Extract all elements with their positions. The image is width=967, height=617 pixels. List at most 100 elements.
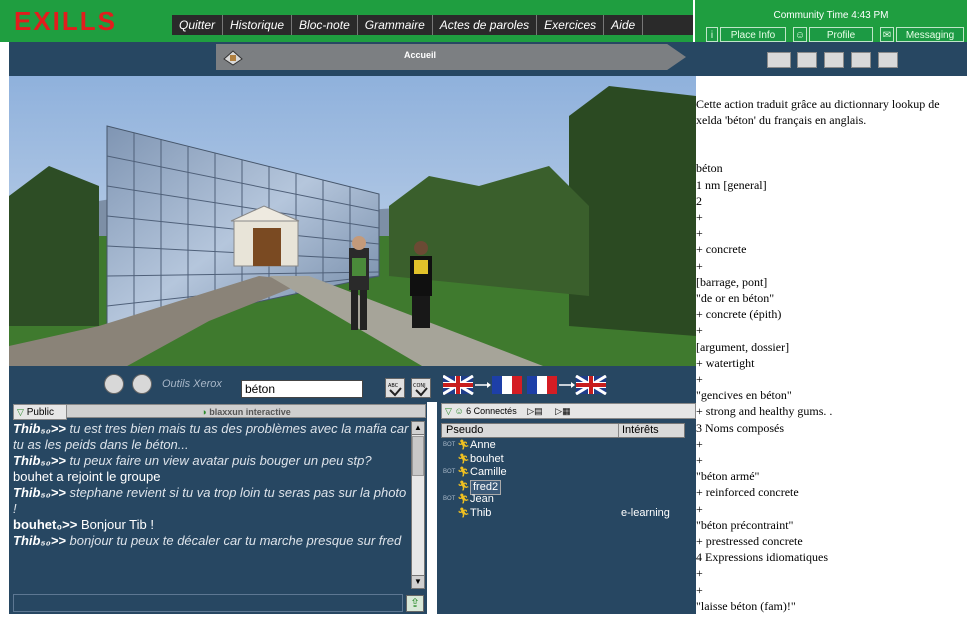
users-table-header: Pseudo Intérêts — [441, 423, 685, 438]
user-row[interactable]: BOT 🏃︎ Camille — [441, 466, 685, 480]
user-icon: 🏃︎ — [457, 507, 470, 519]
send-icon[interactable]: ⇪ — [406, 595, 424, 612]
chat-scrollbar[interactable]: ▲ ▼ — [411, 421, 425, 589]
menu-item-historique[interactable]: Historique — [223, 15, 293, 35]
user-row[interactable]: BOT 🏃︎ Jean — [441, 493, 685, 507]
users-tabs: ▽ ☺ 6 Connectés ▷▤ ▷▦ — [441, 403, 696, 419]
column-pseudo[interactable]: Pseudo — [446, 424, 483, 437]
dictionary-line: + — [696, 453, 703, 468]
dictionary-line: "laisse béton (fam)!" — [696, 598, 796, 613]
dictionary-intro: Cette action traduit grâce au dictionnar… — [696, 97, 940, 128]
fr-en-flag-icon[interactable] — [527, 374, 607, 396]
dictionary-line: + — [696, 372, 703, 387]
dictionary-line: + strong and healthy gums. . — [696, 404, 833, 419]
menu-item-exercices[interactable]: Exercices — [537, 15, 605, 35]
mail-icon[interactable]: ✉ — [880, 27, 894, 42]
users-list: BOT 🏃︎ Anne 🏃︎ bouhet BOT 🏃︎ Camille 🏃︎ fred2 … — [441, 439, 685, 614]
menu-item-bloc-note[interactable]: Bloc-note — [292, 15, 358, 35]
dictionary-entries: béton 1 nm [general] 2 + + + concrete + [barrag… — [696, 160, 967, 614]
scroll-down-icon[interactable]: ▼ — [412, 575, 424, 588]
menu-item-aide[interactable]: Aide — [604, 15, 644, 35]
dictionary-line: "de or en béton" — [696, 291, 775, 306]
user-icon: 🏃︎ — [457, 480, 470, 492]
profile-icon[interactable]: ☺ — [793, 27, 807, 42]
app-logo: EXILLS — [14, 6, 118, 36]
svg-text:ABC: ABC — [388, 383, 399, 389]
fly-icon[interactable] — [797, 52, 817, 68]
pan-icon[interactable] — [851, 52, 871, 68]
lookup-word-input[interactable] — [241, 380, 363, 398]
chat-message: Thib₅₀>> tu peux faire un view avatar pu… — [13, 453, 372, 468]
dictionary-line: + concrete — [696, 242, 747, 257]
place-info-icon[interactable]: i — [706, 27, 718, 42]
dictionary-line: [barrage, pont] — [696, 274, 768, 289]
3d-world-view[interactable] — [9, 76, 696, 366]
chat-message: Thib₅₀>> bonjour tu peux te décaler car … — [13, 533, 402, 548]
menu-item-grammaire[interactable]: Grammaire — [358, 15, 433, 35]
dictionary-line: + — [696, 566, 703, 581]
examine-icon[interactable] — [824, 52, 844, 68]
dictionary-line: [argument, dossier] — [696, 339, 790, 354]
dictionary-line: + — [696, 501, 703, 516]
dictionary-line: + — [696, 210, 703, 225]
tab-map-icon[interactable]: ▷▦ — [555, 406, 570, 416]
chat-message: Thib₅₀>> tu est tres bien mais tu as des… — [13, 421, 409, 452]
dictionary-line: + — [696, 323, 703, 338]
reset-view-icon[interactable] — [878, 52, 898, 68]
user-icon: 🏃︎ — [457, 440, 470, 451]
dictionary-line: + concrete (épith) — [696, 307, 782, 322]
walk-icon[interactable] — [767, 52, 791, 68]
scroll-up-icon[interactable]: ▲ — [412, 422, 424, 435]
dictionary-line: 4 Expressions idiomatiques — [696, 550, 828, 565]
globe-icon: ◑ — [201, 407, 207, 417]
community-time: Community Time 4:43 PM — [773, 10, 889, 21]
svg-text:CONJ: CONJ — [413, 383, 426, 389]
house-icon[interactable] — [222, 47, 244, 67]
chevron-down-icon: ▽ — [17, 407, 24, 417]
dictionary-line: "béton précontraint" — [696, 517, 794, 532]
main-menu: Quitter Historique Bloc-note Grammaire Actes… — [172, 15, 693, 35]
chat-input[interactable] — [13, 594, 403, 612]
tab-public[interactable]: ▽ Public — [13, 404, 67, 420]
avatar-view-icon[interactable] — [104, 374, 124, 394]
dictionary-line: + — [696, 226, 703, 241]
user-icon: 🏃︎ — [457, 453, 470, 465]
scroll-thumb[interactable] — [412, 436, 424, 476]
profile-button[interactable]: Profile — [809, 27, 873, 42]
dictionary-line: + — [696, 436, 703, 451]
dictionary-line: + — [696, 582, 703, 597]
dictionary-line: + reinforced concrete — [696, 485, 799, 500]
dictionary-line: + — [696, 258, 703, 273]
user-row[interactable]: BOT 🏃︎ Anne — [441, 439, 685, 453]
user-row[interactable]: 🏃︎ Thib e-learning — [441, 507, 685, 521]
place-info-button[interactable]: Place Info — [720, 27, 786, 42]
dictionary-line: 2 — [696, 193, 702, 208]
tools-label: Outils Xerox — [162, 378, 222, 390]
chat-message: Thib₅₀>> stephane revient si tu va trop … — [13, 485, 407, 516]
menu-item-quitter[interactable]: Quitter — [172, 15, 224, 35]
people-icon: ☺ — [454, 406, 464, 416]
dictionary-line: "gencives en béton" — [696, 388, 792, 403]
conj-check-icon[interactable]: CONJ — [411, 378, 431, 398]
messaging-button[interactable]: Messaging — [896, 27, 964, 42]
dictionary-line: + prestressed concrete — [696, 534, 803, 549]
user-row-selected[interactable]: 🏃︎ fred2 — [441, 479, 685, 495]
gesture-icon[interactable] — [132, 374, 152, 394]
blaxxun-banner: ◑ blaxxun interactive — [66, 404, 426, 418]
tab-profile-icon[interactable]: ▷▤ — [527, 406, 542, 416]
en-fr-flag-icon[interactable] — [442, 374, 523, 396]
chevron-down-icon[interactable]: ▽ — [442, 406, 452, 416]
dictionary-line: 1 nm [general] — [696, 177, 767, 192]
user-icon: 🏃︎ — [457, 467, 470, 478]
tab-connected[interactable]: 6 Connectés — [466, 406, 517, 416]
dictionary-line: "béton armé" — [696, 469, 760, 484]
chat-system-message: bouhet a rejoint le groupe — [13, 469, 161, 484]
chat-message: bouhet₀>> Bonjour Tib ! — [13, 517, 154, 532]
column-interests[interactable]: Intérêts — [622, 424, 659, 437]
user-icon: 🏃︎ — [457, 494, 470, 505]
menu-item-actes-de-paroles[interactable]: Actes de paroles — [433, 15, 538, 35]
dictionary-line: 3 Noms composés — [696, 420, 784, 435]
user-row[interactable]: 🏃︎ bouhet — [441, 453, 685, 467]
abc-check-icon[interactable]: ABC — [385, 378, 405, 398]
chat-log: Thib₅₀>> tu est tres bien mais tu as des… — [13, 421, 411, 589]
